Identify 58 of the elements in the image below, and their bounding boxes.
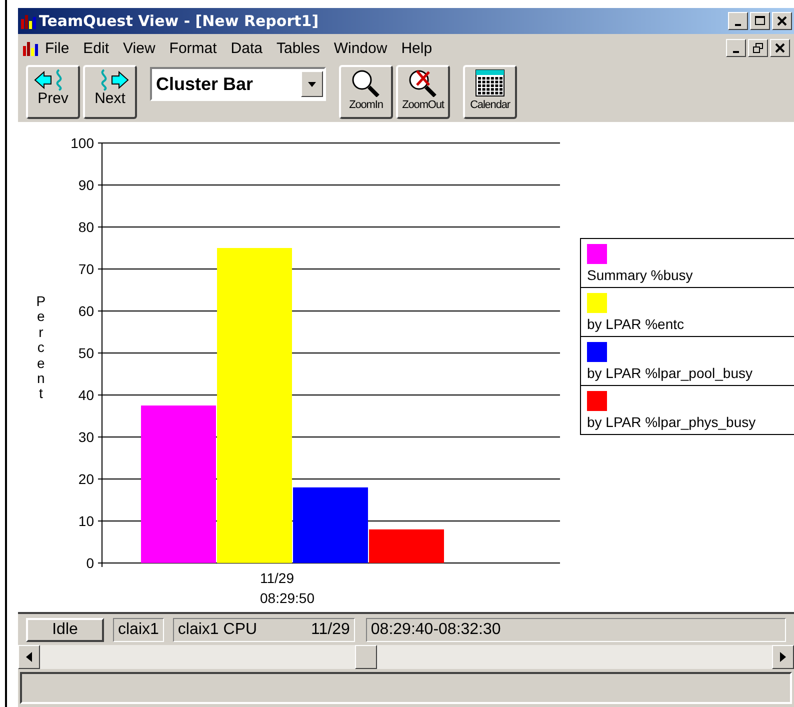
left-triangle-icon [26, 652, 32, 662]
legend-label: by LPAR %entc [587, 316, 686, 332]
maximize-button[interactable] [750, 12, 770, 30]
legend-label: Summary %busy [587, 266, 694, 283]
close-button[interactable] [772, 12, 792, 30]
window-title: TeamQuest View - [New Report1] [39, 12, 319, 30]
right-triangle-icon [780, 652, 786, 662]
y-tick-label: 90 [78, 176, 94, 193]
menu-item[interactable]: Format [162, 40, 224, 57]
y-tick-label: 60 [78, 302, 94, 319]
idle-button[interactable]: Idle [26, 618, 104, 642]
y-tick-label: 80 [78, 218, 94, 235]
y-tick-label: 10 [78, 512, 94, 529]
date-text: 11/29 [311, 620, 350, 639]
caret-icon [308, 82, 316, 87]
y-tick-label: 0 [86, 554, 94, 571]
y-tick-label: 40 [78, 386, 94, 403]
zoom-in-button[interactable]: ZoomIn [339, 65, 393, 120]
host-field: claix1 [113, 618, 164, 642]
restore-icon [753, 43, 763, 54]
legend-label: by LPAR %lpar_phys_busy [587, 414, 757, 430]
minimize-icon [733, 51, 739, 54]
metric-text: claix1 CPU [178, 620, 258, 639]
menu-item[interactable]: Tables [269, 40, 327, 57]
scroll-thumb[interactable] [355, 645, 377, 669]
y-tick-label: 100 [70, 134, 94, 151]
y-tick-label: 50 [78, 344, 94, 361]
minimize-button[interactable] [726, 39, 746, 58]
menu-item[interactable]: Data [224, 40, 270, 57]
bar-chart-icon [20, 12, 36, 29]
menu-item[interactable]: Window [326, 40, 394, 57]
legend-label: by LPAR %lpar_pool_busy [587, 364, 754, 381]
calendar-button[interactable]: Calendar [463, 65, 517, 120]
menu-item[interactable]: File [38, 40, 76, 57]
menu-item[interactable]: Help [394, 40, 440, 57]
close-icon [775, 43, 785, 54]
prev-button[interactable]: Prev [26, 65, 80, 120]
x-category-label: 11/29 08:29:50 [260, 568, 314, 608]
chart-type-dropdown[interactable]: Cluster Bar [150, 67, 326, 102]
minimize-icon [735, 24, 741, 26]
time-range-field: 08:29:40-08:32:30 [366, 618, 786, 642]
next-button[interactable]: Next [83, 65, 137, 120]
y-axis-label: Percent [36, 294, 46, 402]
menu-item[interactable]: Edit [76, 40, 116, 57]
close-button[interactable] [770, 39, 790, 58]
close-icon [777, 16, 787, 26]
restore-button[interactable] [748, 39, 768, 58]
menu-item[interactable]: View [116, 40, 162, 57]
scroll-right-button[interactable] [772, 645, 794, 669]
scroll-left-button[interactable] [18, 645, 40, 669]
maximize-icon [755, 16, 765, 26]
horizontal-scrollbar[interactable] [18, 645, 794, 669]
zoom-out-button[interactable]: ZoomOut [396, 65, 450, 120]
bar-chart-icon [22, 40, 38, 56]
y-tick-label: 70 [78, 260, 94, 277]
y-tick-label: 30 [78, 428, 94, 445]
minimize-button[interactable] [728, 12, 748, 30]
y-tick-label: 20 [78, 470, 94, 487]
